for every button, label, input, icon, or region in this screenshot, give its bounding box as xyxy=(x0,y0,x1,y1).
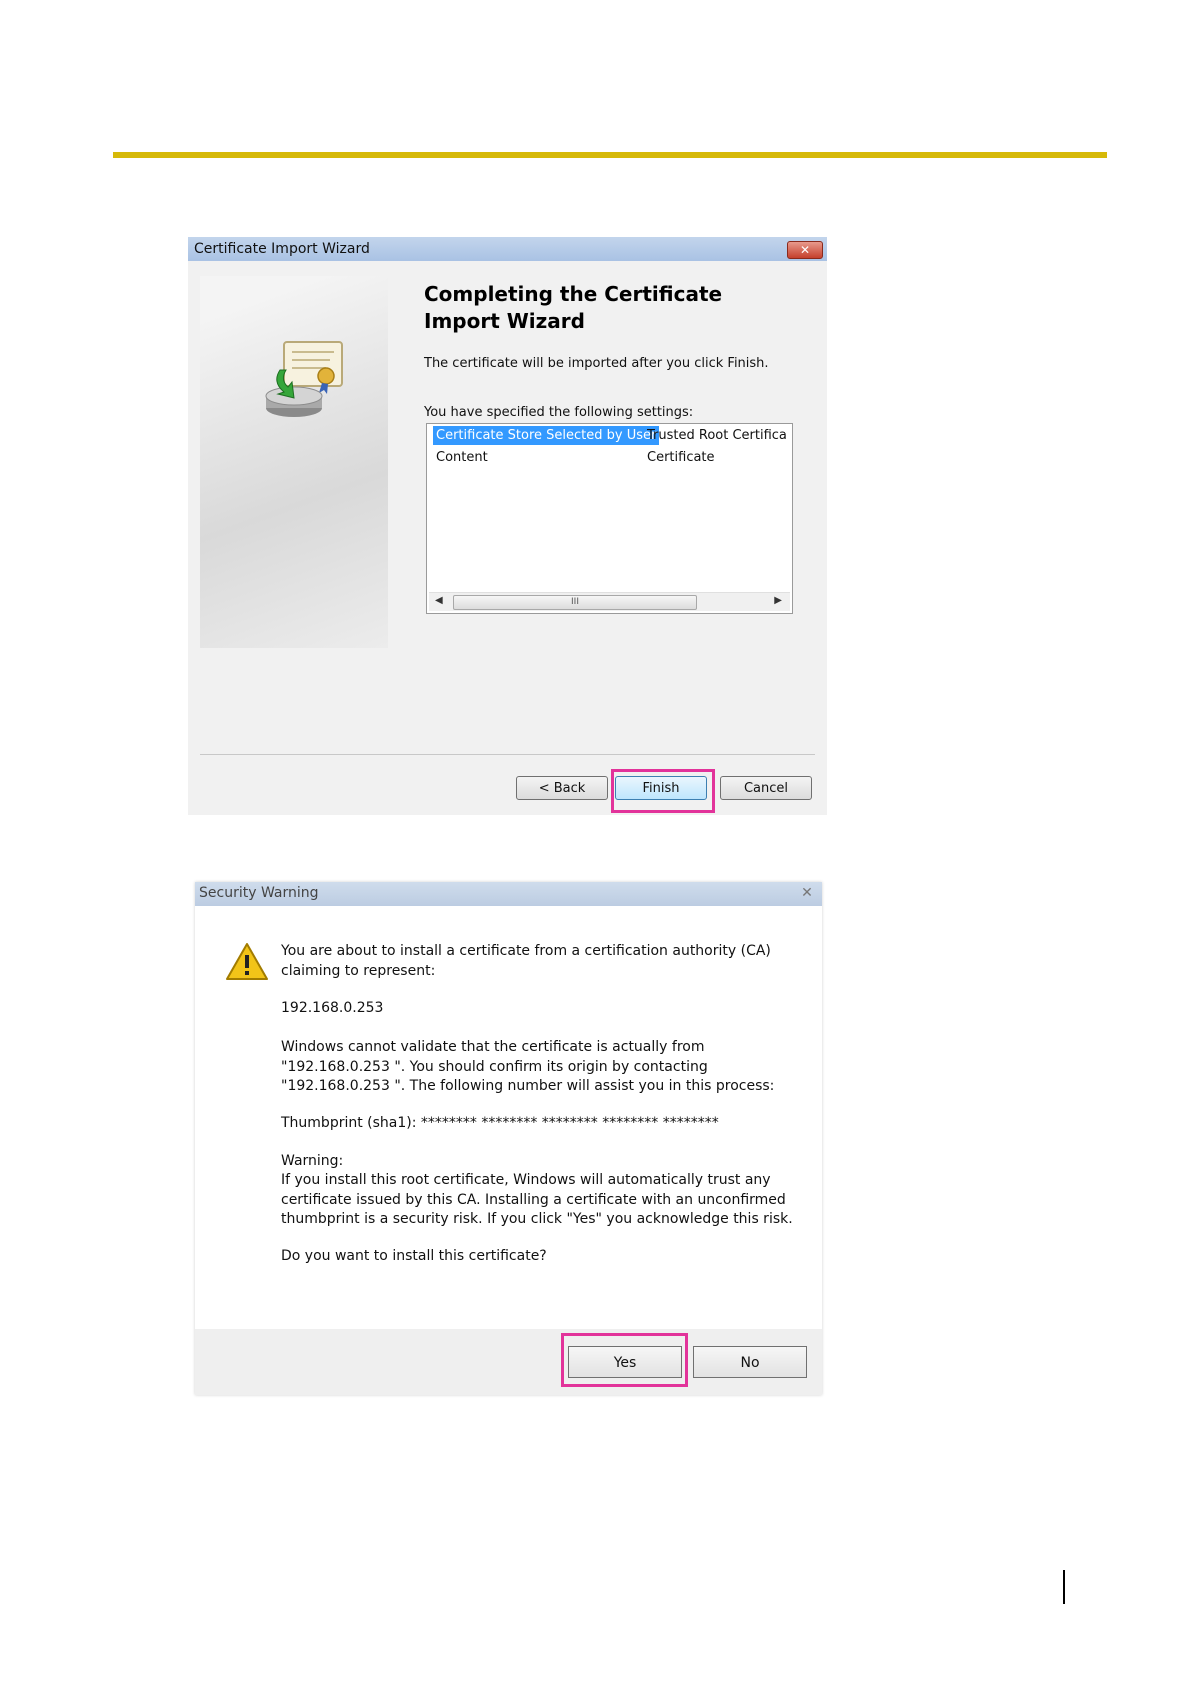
page-marker xyxy=(1063,1570,1065,1604)
validation-text: Windows cannot validate that the certifi… xyxy=(281,1039,775,1094)
wizard-title: Certificate Import Wizard xyxy=(194,241,370,257)
ca-address: 192.168.0.253 xyxy=(281,1000,384,1016)
finish-highlight-box xyxy=(611,769,715,813)
wizard-titlebar: Certificate Import Wizard ✕ xyxy=(188,237,827,261)
list-item[interactable]: Content Certificate xyxy=(433,448,788,468)
settings-label: You have specified the following setting… xyxy=(424,405,694,420)
warning-label: Warning: xyxy=(281,1153,344,1169)
list-item[interactable]: Certificate Store Selected by User Trust… xyxy=(433,426,788,446)
certificate-import-wizard-window: Certificate Import Wizard ✕ Completing t… xyxy=(188,237,827,815)
horizontal-scrollbar[interactable]: ◀ III ▶ xyxy=(429,592,790,611)
no-button[interactable]: No xyxy=(693,1346,807,1378)
scrollbar-thumb[interactable]: III xyxy=(453,595,697,610)
thumbprint-text: Thumbprint (sha1): ******** ******** ***… xyxy=(281,1115,719,1131)
setting-name: Content xyxy=(436,450,488,465)
back-button[interactable]: < Back xyxy=(516,776,608,800)
scroll-left-icon[interactable]: ◀ xyxy=(435,595,443,606)
dialog-footer: Yes No xyxy=(195,1329,822,1395)
close-icon[interactable]: ✕ xyxy=(798,885,816,901)
divider xyxy=(200,754,815,755)
security-warning-dialog: Security Warning ✕ You are about to inst… xyxy=(195,882,822,1395)
security-warning-title: Security Warning xyxy=(199,885,319,901)
certificate-import-icon xyxy=(265,341,343,417)
wizard-heading: Completing the Certificate Import Wizard xyxy=(424,282,723,333)
setting-value: Certificate xyxy=(647,450,715,465)
wizard-side-banner xyxy=(200,276,388,648)
setting-value: Trusted Root Certifica xyxy=(647,428,787,443)
security-warning-titlebar: Security Warning ✕ xyxy=(195,882,822,906)
wizard-intro-text: The certificate will be imported after y… xyxy=(424,356,769,371)
header-rule xyxy=(113,152,1107,158)
settings-list[interactable]: Certificate Store Selected by User Trust… xyxy=(426,423,793,614)
scroll-right-icon[interactable]: ▶ xyxy=(774,595,782,606)
intro-text: You are about to install a certificate f… xyxy=(281,943,771,979)
warning-text: If you install this root certificate, Wi… xyxy=(281,1172,793,1227)
setting-name: Certificate Store Selected by User xyxy=(433,426,660,445)
close-icon[interactable]: ✕ xyxy=(787,241,823,259)
warning-icon xyxy=(226,943,268,980)
cancel-button[interactable]: Cancel xyxy=(720,776,812,800)
install-question: Do you want to install this certificate? xyxy=(281,1248,547,1264)
yes-highlight-box xyxy=(561,1333,688,1387)
